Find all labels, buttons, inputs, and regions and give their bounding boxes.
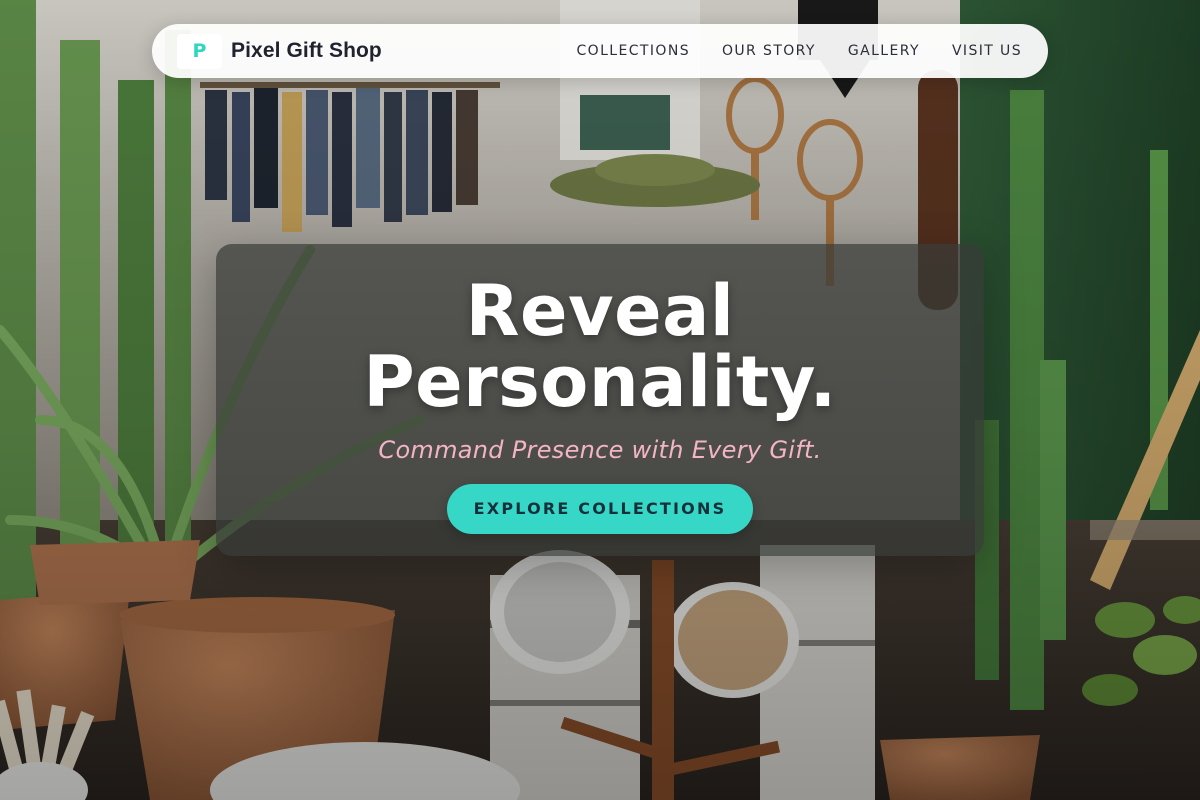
nav-link-visit-us[interactable]: VISIT US — [952, 43, 1022, 59]
top-navigation-bar: P Pixel Gift Shop COLLECTIONS OUR STORY … — [152, 24, 1048, 78]
hero-headline-line-2: Personality. — [363, 341, 837, 423]
nav-link-our-story[interactable]: OUR STORY — [722, 43, 816, 59]
hero-tagline: Command Presence with Every Gift. — [378, 436, 822, 464]
brand-name: Pixel Gift Shop — [231, 39, 382, 62]
hero-section: P Pixel Gift Shop COLLECTIONS OUR STORY … — [0, 0, 1200, 800]
hero-content-panel: Reveal Personality. Command Presence wit… — [216, 244, 984, 556]
explore-collections-button[interactable]: EXPLORE COLLECTIONS — [447, 484, 753, 534]
hero-headline: Reveal Personality. — [216, 276, 984, 418]
brand-home-link[interactable]: P Pixel Gift Shop — [177, 33, 382, 69]
hero-headline-line-1: Reveal — [465, 270, 735, 352]
brand-logo-icon: P — [177, 33, 222, 69]
nav-links: COLLECTIONS OUR STORY GALLERY VISIT US — [577, 43, 1023, 59]
nav-link-gallery[interactable]: GALLERY — [848, 43, 920, 59]
nav-link-collections[interactable]: COLLECTIONS — [577, 43, 690, 59]
